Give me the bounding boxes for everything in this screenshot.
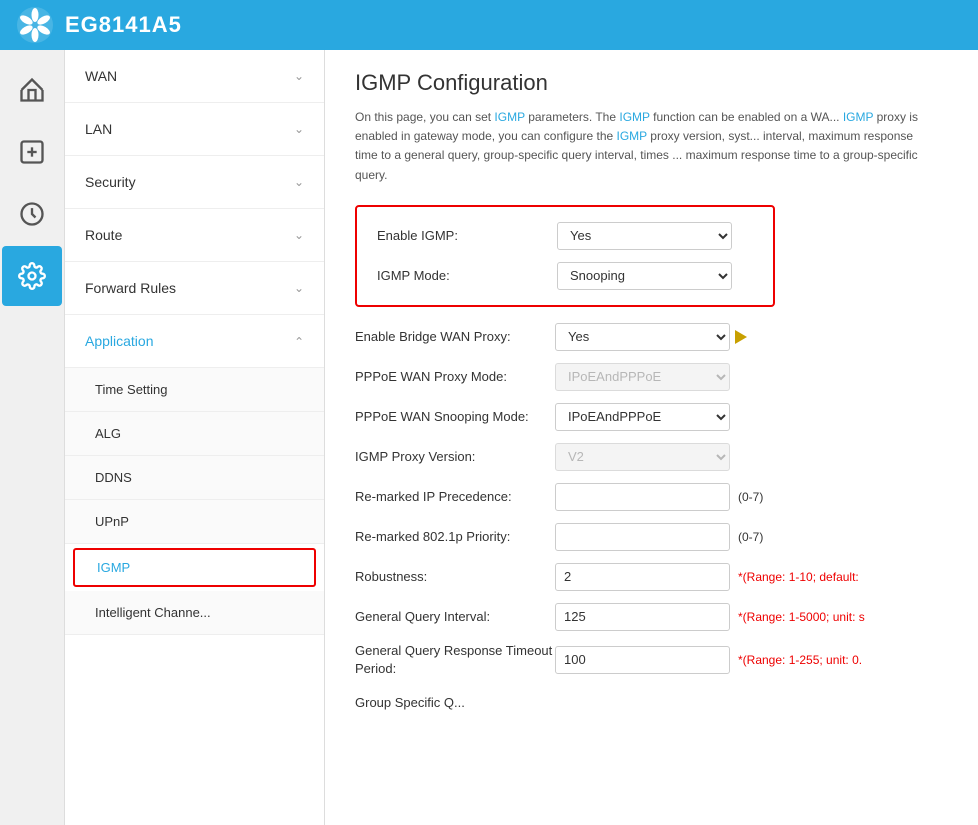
content-area: IGMP Configuration On this page, you can…: [325, 50, 978, 825]
general-query-response-timeout-hint: *(Range: 1-255; unit: 0.: [738, 653, 862, 667]
header: EG8141A5: [0, 0, 978, 50]
sidebar-item-security[interactable]: Security ⌄: [65, 156, 324, 209]
sidebar-item-application-label: Application: [85, 333, 154, 349]
pppoe-wan-proxy-mode-select[interactable]: IPoEAndPPPoE PPPoE IPoE: [555, 363, 730, 391]
chevron-down-icon: ⌄: [294, 175, 304, 189]
pppoe-wan-snooping-mode-row: PPPoE WAN Snooping Mode: IPoEAndPPPoE PP…: [355, 402, 948, 432]
igmp-config-highlighted-box: Enable IGMP: Yes No IGMP Mode: Snooping …: [355, 205, 775, 307]
remarked-8021p-priority-row: Re-marked 802.1p Priority: (0-7): [355, 522, 948, 552]
sidebar-nav: WAN ⌄ LAN ⌄ Security ⌄ Route ⌄ Forward R…: [65, 50, 325, 825]
home-icon-button[interactable]: [2, 60, 62, 120]
igmp-proxy-version-select[interactable]: V2 V3: [555, 443, 730, 471]
remarked-8021p-priority-hint: (0-7): [738, 530, 763, 544]
remarked-8021p-priority-input[interactable]: [555, 523, 730, 551]
sidebar-item-security-label: Security: [85, 174, 136, 190]
enable-igmp-row: Enable IGMP: Yes No: [377, 222, 753, 250]
igmp-mode-label: IGMP Mode:: [377, 268, 557, 283]
chevron-down-icon: ⌄: [294, 228, 304, 242]
sidebar-item-lan-label: LAN: [85, 121, 112, 137]
general-query-interval-row: General Query Interval: *(Range: 1-5000;…: [355, 602, 948, 632]
route-icon-button[interactable]: [2, 184, 62, 244]
main-layout: WAN ⌄ LAN ⌄ Security ⌄ Route ⌄ Forward R…: [0, 50, 978, 825]
sidebar-subitem-alg[interactable]: ALG: [65, 412, 324, 456]
igmp-mode-select[interactable]: Snooping Proxy: [557, 262, 732, 290]
sidebar-subitem-time-setting[interactable]: Time Setting: [65, 368, 324, 412]
igmp-proxy-version-label: IGMP Proxy Version:: [355, 448, 555, 466]
robustness-label: Robustness:: [355, 568, 555, 586]
bridge-wan-proxy-select[interactable]: Yes No: [555, 323, 730, 351]
chevron-down-icon: ⌄: [294, 69, 304, 83]
sidebar-subitem-igmp[interactable]: IGMP: [73, 548, 316, 587]
sidebar-item-application[interactable]: Application ⌄: [65, 315, 324, 368]
page-description: On this page, you can set IGMP parameter…: [355, 108, 935, 185]
app-title: EG8141A5: [65, 12, 182, 38]
bridge-wan-proxy-row: Enable Bridge WAN Proxy: Yes No: [355, 322, 948, 352]
aid-icon-button[interactable]: [2, 122, 62, 182]
robustness-hint: *(Range: 1-10; default:: [738, 570, 859, 584]
general-query-response-timeout-row: General Query Response Timeout Period: *…: [355, 642, 948, 678]
bridge-wan-proxy-label: Enable Bridge WAN Proxy:: [355, 328, 555, 346]
icon-strip: [0, 50, 65, 825]
pppoe-wan-snooping-mode-label: PPPoE WAN Snooping Mode:: [355, 408, 555, 426]
sidebar-item-lan[interactable]: LAN ⌄: [65, 103, 324, 156]
sidebar-item-route[interactable]: Route ⌄: [65, 209, 324, 262]
sidebar-item-forward-rules[interactable]: Forward Rules ⌄: [65, 262, 324, 315]
remarked-ip-precedence-input[interactable]: [555, 483, 730, 511]
general-query-interval-label: General Query Interval:: [355, 608, 555, 626]
pppoe-wan-proxy-mode-label: PPPoE WAN Proxy Mode:: [355, 368, 555, 386]
page-title: IGMP Configuration: [355, 70, 948, 96]
general-query-interval-hint: *(Range: 1-5000; unit: s: [738, 610, 865, 624]
group-specific-query-row: Group Specific Q...: [355, 688, 948, 718]
pppoe-wan-proxy-mode-row: PPPoE WAN Proxy Mode: IPoEAndPPPoE PPPoE…: [355, 362, 948, 392]
chevron-down-icon: ⌄: [294, 122, 304, 136]
sidebar-item-wan[interactable]: WAN ⌄: [65, 50, 324, 103]
sidebar-item-wan-label: WAN: [85, 68, 117, 84]
igmp-proxy-version-row: IGMP Proxy Version: V2 V3: [355, 442, 948, 472]
enable-igmp-label: Enable IGMP:: [377, 228, 557, 243]
remarked-8021p-priority-label: Re-marked 802.1p Priority:: [355, 528, 555, 546]
robustness-row: Robustness: *(Range: 1-10; default:: [355, 562, 948, 592]
general-query-response-timeout-input[interactable]: [555, 646, 730, 674]
group-specific-query-label: Group Specific Q...: [355, 694, 555, 712]
remarked-ip-precedence-label: Re-marked IP Precedence:: [355, 488, 555, 506]
remarked-ip-precedence-hint: (0-7): [738, 490, 763, 504]
settings-icon-button[interactable]: [2, 246, 62, 306]
huawei-logo-icon: [15, 5, 55, 45]
igmp-mode-row: IGMP Mode: Snooping Proxy: [377, 262, 753, 290]
remarked-ip-precedence-row: Re-marked IP Precedence: (0-7): [355, 482, 948, 512]
cursor-icon: [735, 330, 747, 344]
sidebar-subitem-ddns[interactable]: DDNS: [65, 456, 324, 500]
general-query-interval-input[interactable]: [555, 603, 730, 631]
chevron-down-icon: ⌄: [294, 281, 304, 295]
sidebar-item-forward-rules-label: Forward Rules: [85, 280, 176, 296]
enable-igmp-select[interactable]: Yes No: [557, 222, 732, 250]
robustness-input[interactable]: [555, 563, 730, 591]
sidebar-subitem-upnp[interactable]: UPnP: [65, 500, 324, 544]
sidebar-subitem-intelligent-channel[interactable]: Intelligent Channe...: [65, 591, 324, 635]
general-query-response-timeout-label: General Query Response Timeout Period:: [355, 642, 555, 678]
pppoe-wan-snooping-mode-select[interactable]: IPoEAndPPPoE PPPoE IPoE: [555, 403, 730, 431]
chevron-up-icon: ⌄: [294, 334, 304, 348]
sidebar-item-route-label: Route: [85, 227, 122, 243]
